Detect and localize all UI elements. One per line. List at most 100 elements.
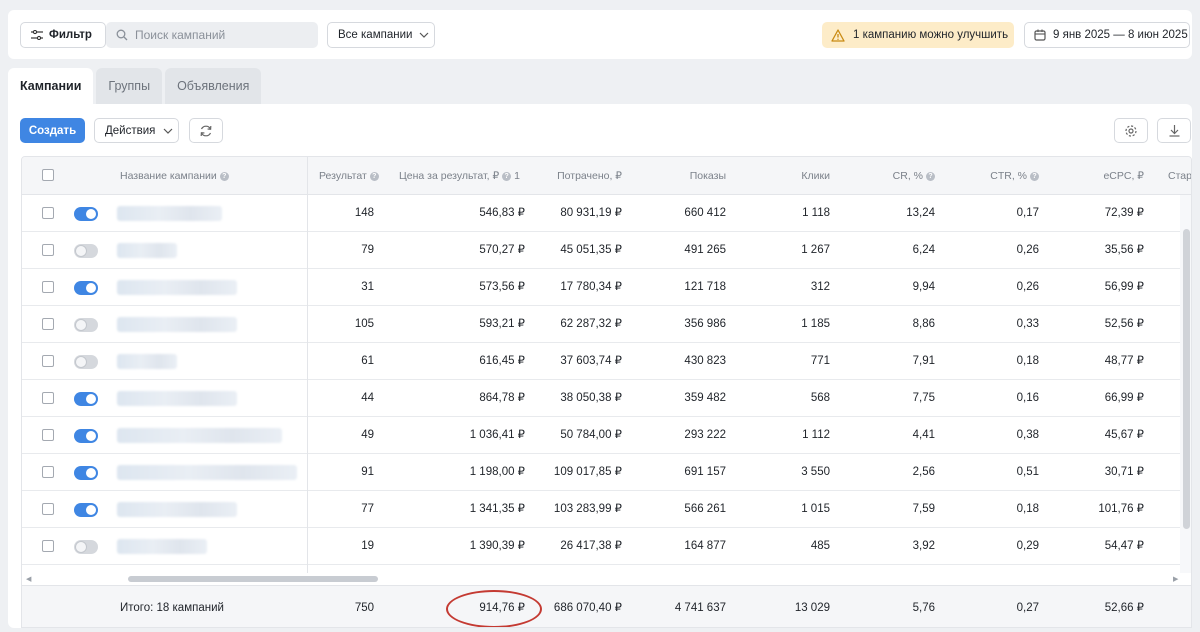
row-checkbox[interactable]: [42, 207, 54, 219]
table-settings-button[interactable]: [1114, 118, 1148, 143]
row-checkbox[interactable]: [42, 540, 54, 552]
cell-result: 19: [361, 540, 374, 552]
campaign-status-toggle[interactable]: [74, 503, 98, 517]
campaign-status-toggle[interactable]: [74, 540, 98, 554]
column-ecpc[interactable]: eCPC, ₽: [1103, 157, 1144, 195]
campaign-name-redacted[interactable]: [117, 465, 297, 480]
actions-dropdown[interactable]: Действия: [94, 118, 179, 143]
horizontal-scroll-thumb[interactable]: [128, 576, 378, 582]
column-impressions[interactable]: Показы: [690, 157, 726, 195]
table-row[interactable]: 49 1 036,41 ₽ 50 784,00 ₽ 293 222 1 112 4,41 0…: [22, 417, 1180, 454]
create-button[interactable]: Создать: [20, 118, 85, 143]
refresh-button[interactable]: [189, 118, 223, 143]
column-start-label: Старт: [1168, 170, 1192, 182]
campaign-name-redacted[interactable]: [117, 354, 177, 369]
cell-cr: 13,24: [906, 207, 935, 219]
campaign-status-toggle[interactable]: [74, 281, 98, 295]
cell-spent: 38 050,38 ₽: [560, 392, 622, 404]
campaign-status-toggle[interactable]: [74, 207, 98, 221]
scroll-right-icon[interactable]: ▶: [1173, 575, 1178, 583]
scroll-left-icon[interactable]: ◀: [26, 575, 31, 583]
campaign-name-redacted[interactable]: [117, 317, 237, 332]
cell-cost: 1 198,00 ₽: [469, 466, 525, 478]
toggle-knob: [86, 505, 96, 515]
column-name[interactable]: Название кампании?: [120, 157, 229, 195]
help-icon[interactable]: ?: [926, 171, 935, 181]
campaigns-select[interactable]: Все кампании: [327, 22, 435, 48]
campaign-status-toggle[interactable]: [74, 355, 98, 369]
column-clicks[interactable]: Клики: [801, 157, 830, 195]
column-start[interactable]: Старт: [1168, 157, 1192, 195]
table-row[interactable]: 31 573,56 ₽ 17 780,34 ₽ 121 718 312 9,94 0,26 5…: [22, 269, 1180, 306]
row-checkbox[interactable]: [42, 244, 54, 256]
filter-button[interactable]: Фильтр: [20, 22, 106, 48]
column-cost-per-result[interactable]: Цена за результат, ₽? 1: [399, 157, 520, 195]
date-range-picker[interactable]: 9 янв 2025 — 8 июн 2025: [1024, 22, 1190, 48]
chevron-down-icon: [419, 32, 429, 38]
row-checkbox[interactable]: [42, 503, 54, 515]
campaign-name-redacted[interactable]: [117, 539, 207, 554]
filter-label: Фильтр: [49, 29, 92, 41]
toggle-knob: [76, 357, 86, 367]
campaign-status-toggle[interactable]: [74, 429, 98, 443]
vertical-scrollbar[interactable]: [1180, 195, 1191, 573]
table-row[interactable]: 148 546,83 ₽ 80 931,19 ₽ 660 412 1 118 13,24 0…: [22, 195, 1180, 232]
table-row[interactable]: 79 570,27 ₽ 45 051,35 ₽ 491 265 1 267 6,24 0,2…: [22, 232, 1180, 269]
date-range-value: 9 янв 2025 — 8 июн 2025: [1053, 29, 1188, 41]
row-checkbox[interactable]: [42, 281, 54, 293]
tab-ads[interactable]: Объявления: [165, 68, 262, 104]
table-row[interactable]: 91 1 198,00 ₽ 109 017,85 ₽ 691 157 3 550 2,56…: [22, 454, 1180, 491]
campaign-name-redacted[interactable]: [117, 243, 177, 258]
cell-clicks: 1 185: [801, 318, 830, 330]
row-checkbox[interactable]: [42, 318, 54, 330]
cell-impressions: 430 823: [684, 355, 726, 367]
help-icon[interactable]: ?: [369, 171, 379, 181]
cell-spent: 62 287,32 ₽: [560, 318, 622, 330]
select-all-checkbox[interactable]: [42, 169, 54, 181]
row-checkbox[interactable]: [42, 429, 54, 441]
filter-sliders-icon: [31, 30, 43, 40]
column-ctr[interactable]: CTR, %?: [990, 157, 1039, 195]
improve-campaign-notice[interactable]: 1 кампанию можно улучшить: [822, 22, 1014, 48]
help-icon[interactable]: ?: [502, 171, 512, 181]
campaign-name-redacted[interactable]: [117, 502, 237, 517]
cell-ctr: 0,17: [1016, 207, 1039, 219]
row-checkbox[interactable]: [42, 466, 54, 478]
campaign-name-redacted[interactable]: [117, 280, 237, 295]
cell-clicks: 312: [810, 281, 830, 293]
cell-ctr: 0,18: [1016, 503, 1039, 515]
download-button[interactable]: [1157, 118, 1191, 143]
campaign-status-toggle[interactable]: [74, 466, 98, 480]
campaign-name-redacted[interactable]: [117, 206, 222, 221]
table-row[interactable]: 19 1 390,39 ₽ 26 417,38 ₽ 164 877 485 3,92 0,2…: [22, 528, 1180, 565]
tab-groups[interactable]: Группы: [96, 68, 163, 104]
column-ecpc-label: eCPC, ₽: [1103, 170, 1144, 182]
campaign-name-redacted[interactable]: [117, 391, 237, 406]
campaign-status-toggle[interactable]: [74, 392, 98, 406]
column-result[interactable]: Результат?: [319, 157, 379, 195]
totals-label: Итого: 18 кампаний: [120, 602, 224, 614]
campaign-status-toggle[interactable]: [74, 318, 98, 332]
campaign-status-toggle[interactable]: [74, 244, 98, 258]
cell-spent: 109 017,85 ₽: [553, 466, 622, 478]
help-icon[interactable]: ?: [219, 171, 229, 181]
table-row[interactable]: 61 616,45 ₽ 37 603,74 ₽ 430 823 771 7,91 0,18 4…: [22, 343, 1180, 380]
help-icon[interactable]: ?: [1030, 171, 1039, 181]
table-row[interactable]: 44 864,78 ₽ 38 050,38 ₽ 359 482 568 7,75 0,16 6…: [22, 380, 1180, 417]
column-spent[interactable]: Потрачено, ₽: [557, 157, 622, 195]
totals-result: 750: [354, 602, 374, 614]
tab-campaigns[interactable]: Кампании: [8, 68, 94, 104]
horizontal-scrollbar[interactable]: ◀ ▶: [22, 573, 1191, 585]
table-row[interactable]: 77 1 341,35 ₽ 103 283,99 ₽ 566 261 1 015 7,59…: [22, 491, 1180, 528]
campaign-name-redacted[interactable]: [117, 428, 282, 443]
cell-spent: 80 931,19 ₽: [560, 207, 622, 219]
search-input[interactable]: Поиск кампаний: [106, 22, 318, 48]
row-checkbox[interactable]: [42, 355, 54, 367]
column-ctr-label: CTR, %: [990, 170, 1027, 182]
cell-result: 77: [361, 503, 374, 515]
table-row[interactable]: 105 593,21 ₽ 62 287,32 ₽ 356 986 1 185 8,86 0,…: [22, 306, 1180, 343]
row-checkbox[interactable]: [42, 392, 54, 404]
vertical-scroll-thumb[interactable]: [1183, 229, 1190, 529]
column-cr[interactable]: CR, %?: [893, 157, 935, 195]
cell-ecpc: 48,77 ₽: [1104, 355, 1144, 367]
